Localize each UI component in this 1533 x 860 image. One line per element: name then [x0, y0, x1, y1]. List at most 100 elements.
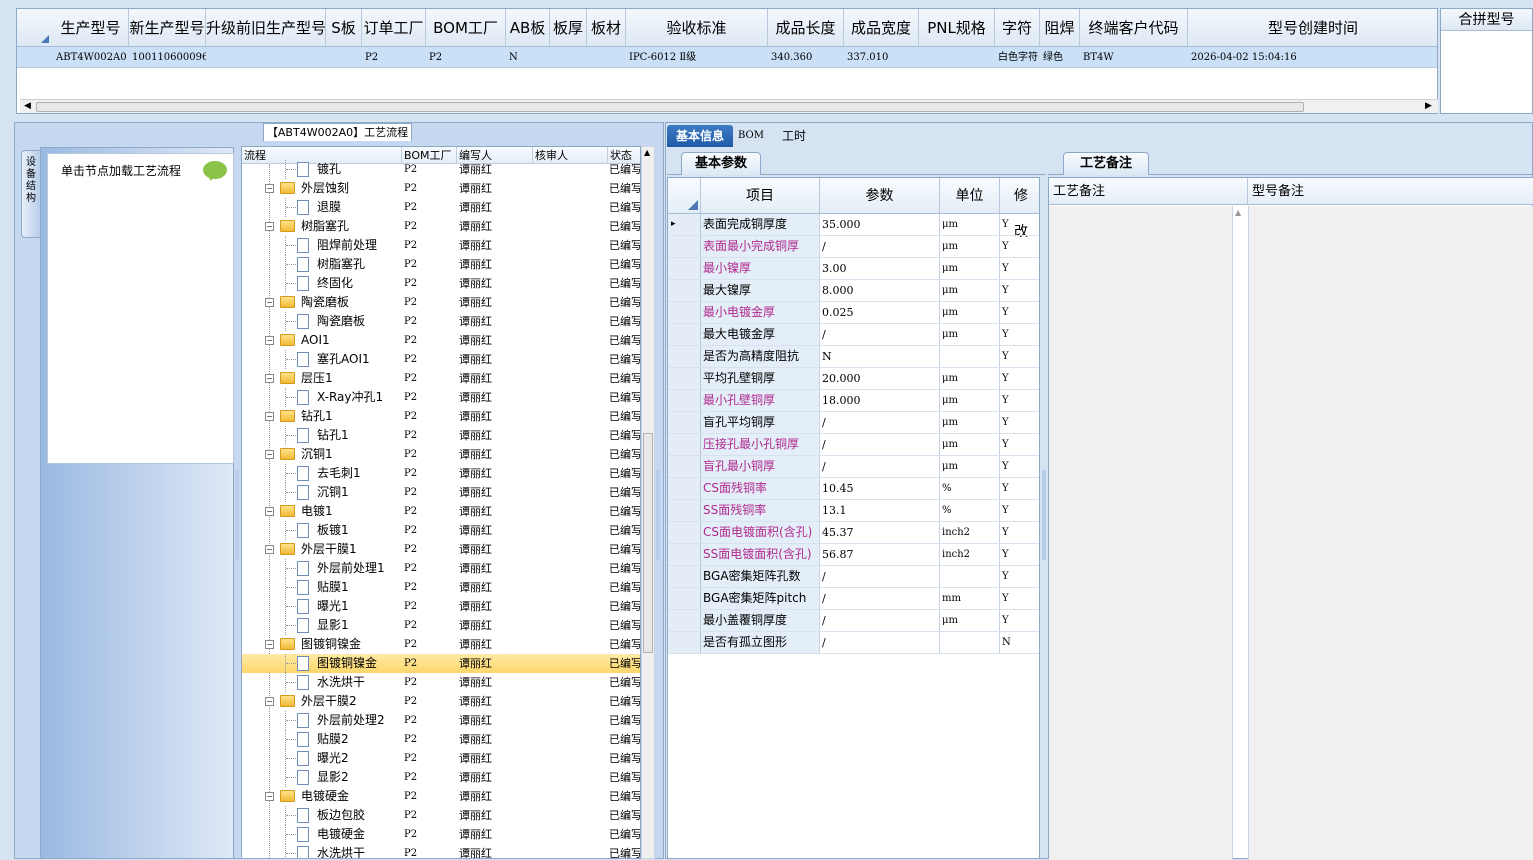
tree-node[interactable]: − 外层干膜1 P2 谭丽红 已编写 — [242, 540, 640, 559]
tree-node[interactable]: − 树脂塞孔 P2 谭丽红 已编写 — [242, 217, 640, 236]
collapse-icon[interactable]: − — [265, 507, 274, 516]
tree-node[interactable]: − 陶瓷磨板 P2 谭丽红 已编写 — [242, 293, 640, 312]
tree-node[interactable]: 板镀1 P2 谭丽红 已编写 — [242, 521, 640, 540]
param-row[interactable]: 最大镍厚 8.000 μm Y — [668, 280, 1039, 302]
param-row[interactable]: 最小孔壁铜厚 18.000 μm Y — [668, 390, 1039, 412]
param-row[interactable]: CS面电镀面积(含孔) 45.37 inch2 Y — [668, 522, 1039, 544]
param-cell-mod[interactable]: Y — [1000, 544, 1039, 565]
row-header[interactable] — [668, 368, 701, 389]
tree-node[interactable]: 电镀硬金 P2 谭丽红 已编写 — [242, 825, 640, 844]
param-cell-value[interactable]: / — [820, 588, 940, 609]
param-cell-value[interactable]: / — [820, 236, 940, 257]
tree-scrollbar[interactable]: ▲ — [641, 146, 655, 859]
param-cell-value[interactable]: 18.000 — [820, 390, 940, 411]
table-row[interactable]: ABT4W002A010011060009627P2P2NIPC-6012 Ⅱ级… — [17, 47, 1437, 68]
param-cell-unit[interactable]: μm — [940, 368, 1000, 389]
param-cell-unit[interactable]: inch2 — [940, 544, 1000, 565]
param-cell-unit[interactable]: μm — [940, 280, 1000, 301]
table-cell[interactable]: 绿色 — [1040, 47, 1080, 68]
table-cell[interactable]: N — [506, 47, 550, 68]
row-header[interactable] — [668, 346, 701, 367]
param-cell-unit[interactable]: % — [940, 478, 1000, 499]
tree-scrollbar-thumb[interactable] — [643, 433, 653, 653]
param-row[interactable]: BGA密集矩阵pitch / mm Y — [668, 588, 1039, 610]
param-cell-unit[interactable] — [940, 346, 1000, 367]
tree-node[interactable]: 外层前处理1 P2 谭丽红 已编写 — [242, 559, 640, 578]
tree-node[interactable]: 终固化 P2 谭丽红 已编写 — [242, 274, 640, 293]
row-header[interactable] — [668, 610, 701, 631]
column-header[interactable]: 型号创建时间 — [1188, 9, 1437, 47]
column-header[interactable]: 成品宽度 — [844, 9, 919, 47]
param-cell-value[interactable]: / — [820, 324, 940, 345]
column-header[interactable]: 阻焊 — [1040, 9, 1080, 47]
table-cell[interactable]: IPC-6012 Ⅱ级 — [626, 47, 768, 68]
row-header[interactable] — [668, 324, 701, 345]
process-notes-field[interactable] — [1049, 206, 1233, 860]
param-row[interactable]: 平均孔壁铜厚 20.000 μm Y — [668, 368, 1039, 390]
row-header[interactable] — [668, 500, 701, 521]
param-cell-mod[interactable]: Y — [1000, 390, 1039, 411]
tree-node[interactable]: 去毛刺1 P2 谭丽红 已编写 — [242, 464, 640, 483]
row-header[interactable] — [668, 478, 701, 499]
param-cell-unit[interactable]: μm — [940, 412, 1000, 433]
param-row[interactable]: BGA密集矩阵孔数 / Y — [668, 566, 1039, 588]
collapse-icon[interactable]: − — [265, 697, 274, 706]
column-header[interactable]: S板 — [326, 9, 362, 47]
param-cell-unit[interactable]: μm — [940, 214, 1000, 235]
column-header[interactable]: AB板 — [506, 9, 550, 47]
param-cell-value[interactable]: 0.025 — [820, 302, 940, 323]
table-cell[interactable]: ABT4W002A0 — [53, 47, 129, 68]
param-cell-unit[interactable]: μm — [940, 456, 1000, 477]
scroll-up-icon[interactable]: ▲ — [1235, 208, 1241, 217]
tree-node[interactable]: 显影1 P2 谭丽红 已编写 — [242, 616, 640, 635]
table-cell[interactable]: P2 — [362, 47, 426, 68]
row-header[interactable] — [668, 412, 701, 433]
param-cell-value[interactable]: 13.1 — [820, 500, 940, 521]
left-splitter[interactable] — [235, 470, 239, 560]
row-header[interactable] — [668, 236, 701, 257]
param-cell-unit[interactable]: μm — [940, 434, 1000, 455]
param-column-header[interactable]: 修改 — [1000, 178, 1039, 240]
tree-node[interactable]: 贴膜1 P2 谭丽红 已编写 — [242, 578, 640, 597]
param-cell-mod[interactable]: Y — [1000, 346, 1039, 367]
param-cell-unit[interactable] — [940, 632, 1000, 653]
param-cell-value[interactable]: 35.000 — [820, 214, 940, 235]
param-cell-mod[interactable]: Y — [1000, 258, 1039, 279]
param-row[interactable]: 压接孔最小孔铜厚 / μm Y — [668, 434, 1039, 456]
column-header[interactable]: 终端客户代码 — [1080, 9, 1188, 47]
param-cell-unit[interactable]: % — [940, 500, 1000, 521]
param-row[interactable]: SS面电镀面积(含孔) 56.87 inch2 Y — [668, 544, 1039, 566]
param-cell-unit[interactable] — [940, 566, 1000, 587]
tab-process-notes[interactable]: 工艺备注 — [1063, 152, 1149, 175]
param-row[interactable]: SS面残铜率 13.1% Y — [668, 500, 1039, 522]
param-cell-value[interactable]: N — [820, 346, 940, 367]
param-cell-mod[interactable]: N — [1000, 632, 1039, 653]
param-cell-value[interactable]: 8.000 — [820, 280, 940, 301]
row-header[interactable] — [668, 522, 701, 543]
param-row[interactable]: ▸ 表面完成铜厚度 35.000 μm Y — [668, 214, 1039, 236]
vertical-tab-equipment[interactable]: 设备结构 — [21, 150, 41, 238]
tree-node[interactable]: 外层前处理2 P2 谭丽红 已编写 — [242, 711, 640, 730]
column-header[interactable]: 新生产型号 — [129, 9, 206, 47]
row-header[interactable] — [668, 258, 701, 279]
middle-splitter[interactable] — [656, 470, 660, 560]
tree-node[interactable]: 镀孔 P2 谭丽红 已编写 — [242, 160, 640, 179]
collapse-icon[interactable]: − — [265, 222, 274, 231]
tree-node[interactable]: 图镀铜镍金 P2 谭丽红 已编写 — [242, 654, 640, 673]
tree-node[interactable]: 曝光1 P2 谭丽红 已编写 — [242, 597, 640, 616]
param-cell-unit[interactable]: μm — [940, 390, 1000, 411]
scroll-left-icon[interactable]: ◀ — [24, 101, 31, 111]
param-cell-unit[interactable]: inch2 — [940, 522, 1000, 543]
param-row[interactable]: 最小电镀金厚 0.025 μm Y — [668, 302, 1039, 324]
param-row[interactable]: 盲孔最小铜厚 / μm Y — [668, 456, 1039, 478]
param-cell-value[interactable]: / — [820, 434, 940, 455]
param-cell-value[interactable]: 3.00 — [820, 258, 940, 279]
column-header[interactable]: 升级前旧生产型号 — [206, 9, 326, 47]
param-cell-value[interactable]: / — [820, 610, 940, 631]
param-row[interactable]: 最小镍厚 3.00 μm Y — [668, 258, 1039, 280]
tab-work-hours[interactable]: 工时 — [776, 125, 812, 147]
param-cell-value[interactable]: 10.45 — [820, 478, 940, 499]
param-cell-mod[interactable]: Y — [1000, 302, 1039, 323]
collapse-icon[interactable]: − — [265, 298, 274, 307]
tree-node[interactable]: 显影2 P2 谭丽红 已编写 — [242, 768, 640, 787]
